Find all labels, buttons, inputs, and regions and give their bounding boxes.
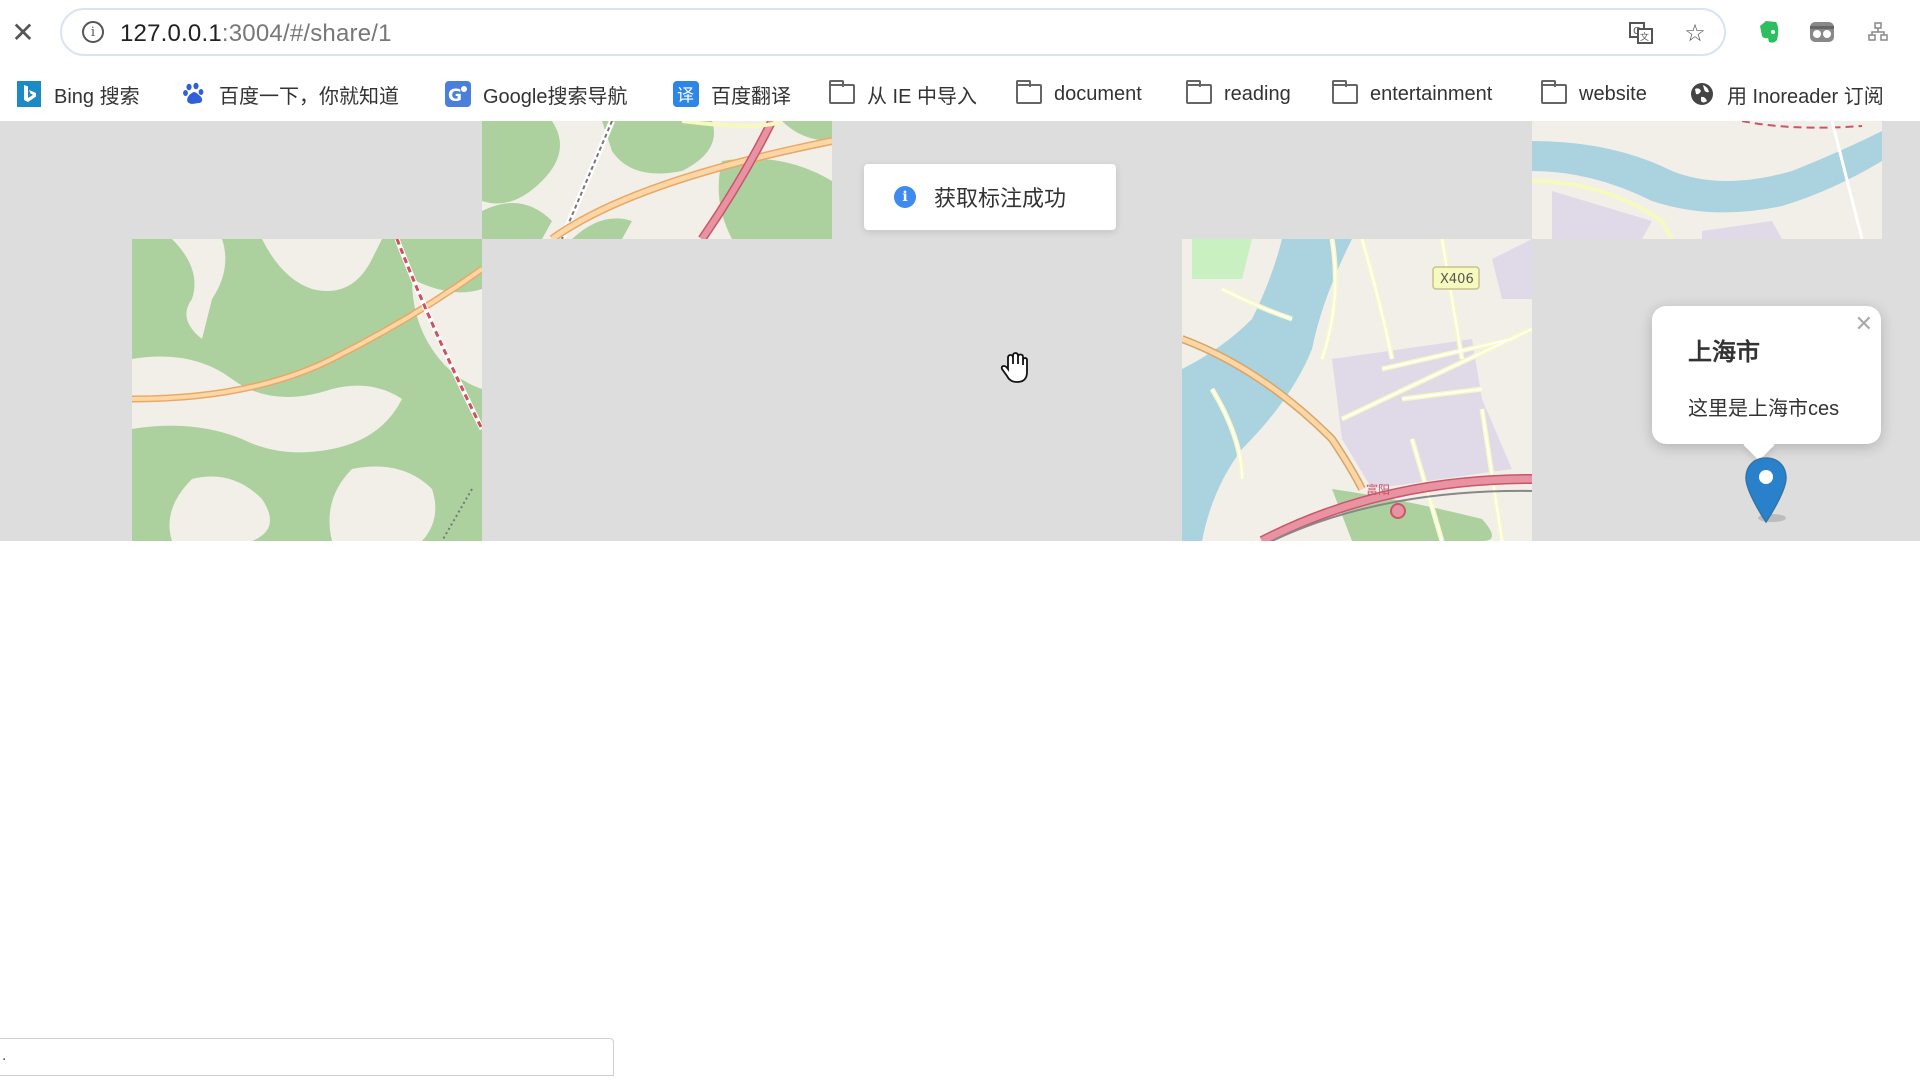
place-label: 富阳 bbox=[1366, 482, 1390, 497]
translate-icon[interactable]: G文 bbox=[1628, 20, 1654, 46]
bookmark-label: Google搜索导航 bbox=[483, 85, 628, 108]
popup-title: 上海市 bbox=[1688, 339, 1760, 366]
map-marker-icon[interactable] bbox=[1742, 456, 1798, 531]
bing-icon bbox=[16, 81, 42, 107]
svg-text:译: 译 bbox=[677, 86, 694, 106]
folder-icon bbox=[829, 80, 855, 104]
bookmark-label: document bbox=[1054, 82, 1142, 105]
success-toast: i 获取标注成功 bbox=[864, 164, 1116, 230]
bookmark-label: entertainment bbox=[1370, 82, 1493, 105]
bookmark-folder-ie[interactable]: 从 IE 中导入 bbox=[829, 78, 977, 110]
bookmark-folder-entertainment[interactable]: entertainment bbox=[1332, 78, 1492, 110]
svg-text:文: 文 bbox=[1640, 31, 1649, 43]
bookmark-label: 百度一下，你就知道 bbox=[219, 85, 399, 108]
url-text[interactable]: 127.0.0.1:3004/#/share/1 bbox=[120, 20, 392, 48]
bookmark-inoreader[interactable]: 用 Inoreader 订阅 bbox=[1689, 78, 1884, 110]
bookmark-baidu[interactable]: 百度一下，你就知道 bbox=[181, 78, 399, 110]
folder-icon bbox=[1332, 80, 1358, 104]
folder-icon bbox=[1186, 80, 1212, 104]
info-icon: i bbox=[894, 186, 916, 208]
address-bar[interactable]: i 127.0.0.1:3004/#/share/1 G文 ☆ bbox=[60, 8, 1726, 56]
evernote-icon[interactable] bbox=[1752, 16, 1784, 48]
bookmark-label: 用 Inoreader 订阅 bbox=[1727, 85, 1884, 108]
map-tile: X406 富阳 bbox=[1182, 239, 1532, 541]
bookmark-label: 百度翻译 bbox=[711, 85, 791, 108]
bookmark-label: Bing 搜索 bbox=[54, 85, 140, 108]
hand-cursor-icon bbox=[1000, 352, 1030, 389]
google-nav-icon: G bbox=[445, 81, 471, 107]
bookmark-baidu-translate[interactable]: 译 百度翻译 bbox=[673, 78, 791, 110]
bookmark-label: 从 IE 中导入 bbox=[867, 85, 978, 108]
bookmark-folder-document[interactable]: document bbox=[1016, 78, 1142, 110]
marker-popup: ✕ 上海市 这里是上海市ces bbox=[1652, 306, 1881, 444]
folder-icon bbox=[1541, 80, 1567, 104]
incognito-icon[interactable] bbox=[1806, 16, 1838, 48]
url-path: :3004/#/share/1 bbox=[221, 20, 392, 47]
bookmark-folder-reading[interactable]: reading bbox=[1186, 78, 1291, 110]
close-icon[interactable]: ✕ bbox=[8, 16, 38, 49]
translate-icon: 译 bbox=[673, 81, 699, 107]
info-icon[interactable]: i bbox=[82, 21, 104, 43]
bookmark-google-nav[interactable]: G Google搜索导航 bbox=[445, 78, 628, 110]
popup-content: 这里是上海市ces bbox=[1688, 398, 1840, 420]
globe-icon bbox=[1689, 81, 1715, 107]
status-text: . bbox=[2, 1047, 7, 1064]
star-icon[interactable]: ☆ bbox=[1682, 19, 1708, 47]
browser-toolbar: ✕ i 127.0.0.1:3004/#/share/1 G文 ☆ bbox=[0, 0, 1920, 66]
bookmark-label: reading bbox=[1224, 82, 1291, 105]
map-tile bbox=[132, 239, 482, 541]
road-label: X406 bbox=[1440, 272, 1474, 287]
bookmark-label: website bbox=[1579, 82, 1647, 105]
bookmark-bing[interactable]: Bing 搜索 bbox=[16, 78, 140, 110]
map-tile bbox=[1532, 121, 1882, 239]
extension-icon[interactable] bbox=[1862, 16, 1894, 48]
map-container[interactable]: X406 富阳 i 获取标注成功 ✕ 上海市 这里是上海市ces bbox=[0, 121, 1920, 541]
status-bar: . bbox=[0, 1038, 614, 1076]
map-tile bbox=[482, 121, 832, 239]
svg-text:G: G bbox=[448, 86, 462, 106]
folder-icon bbox=[1016, 80, 1042, 104]
close-icon[interactable]: ✕ bbox=[1855, 312, 1873, 337]
bookmarks-bar: Bing 搜索 百度一下，你就知道 G Google搜索导航 译 百度翻译 从 … bbox=[0, 70, 1920, 120]
url-host: 127.0.0.1 bbox=[120, 20, 222, 47]
toast-message: 获取标注成功 bbox=[934, 186, 1067, 211]
baidu-icon bbox=[181, 81, 207, 107]
bookmark-folder-website[interactable]: website bbox=[1541, 78, 1647, 110]
